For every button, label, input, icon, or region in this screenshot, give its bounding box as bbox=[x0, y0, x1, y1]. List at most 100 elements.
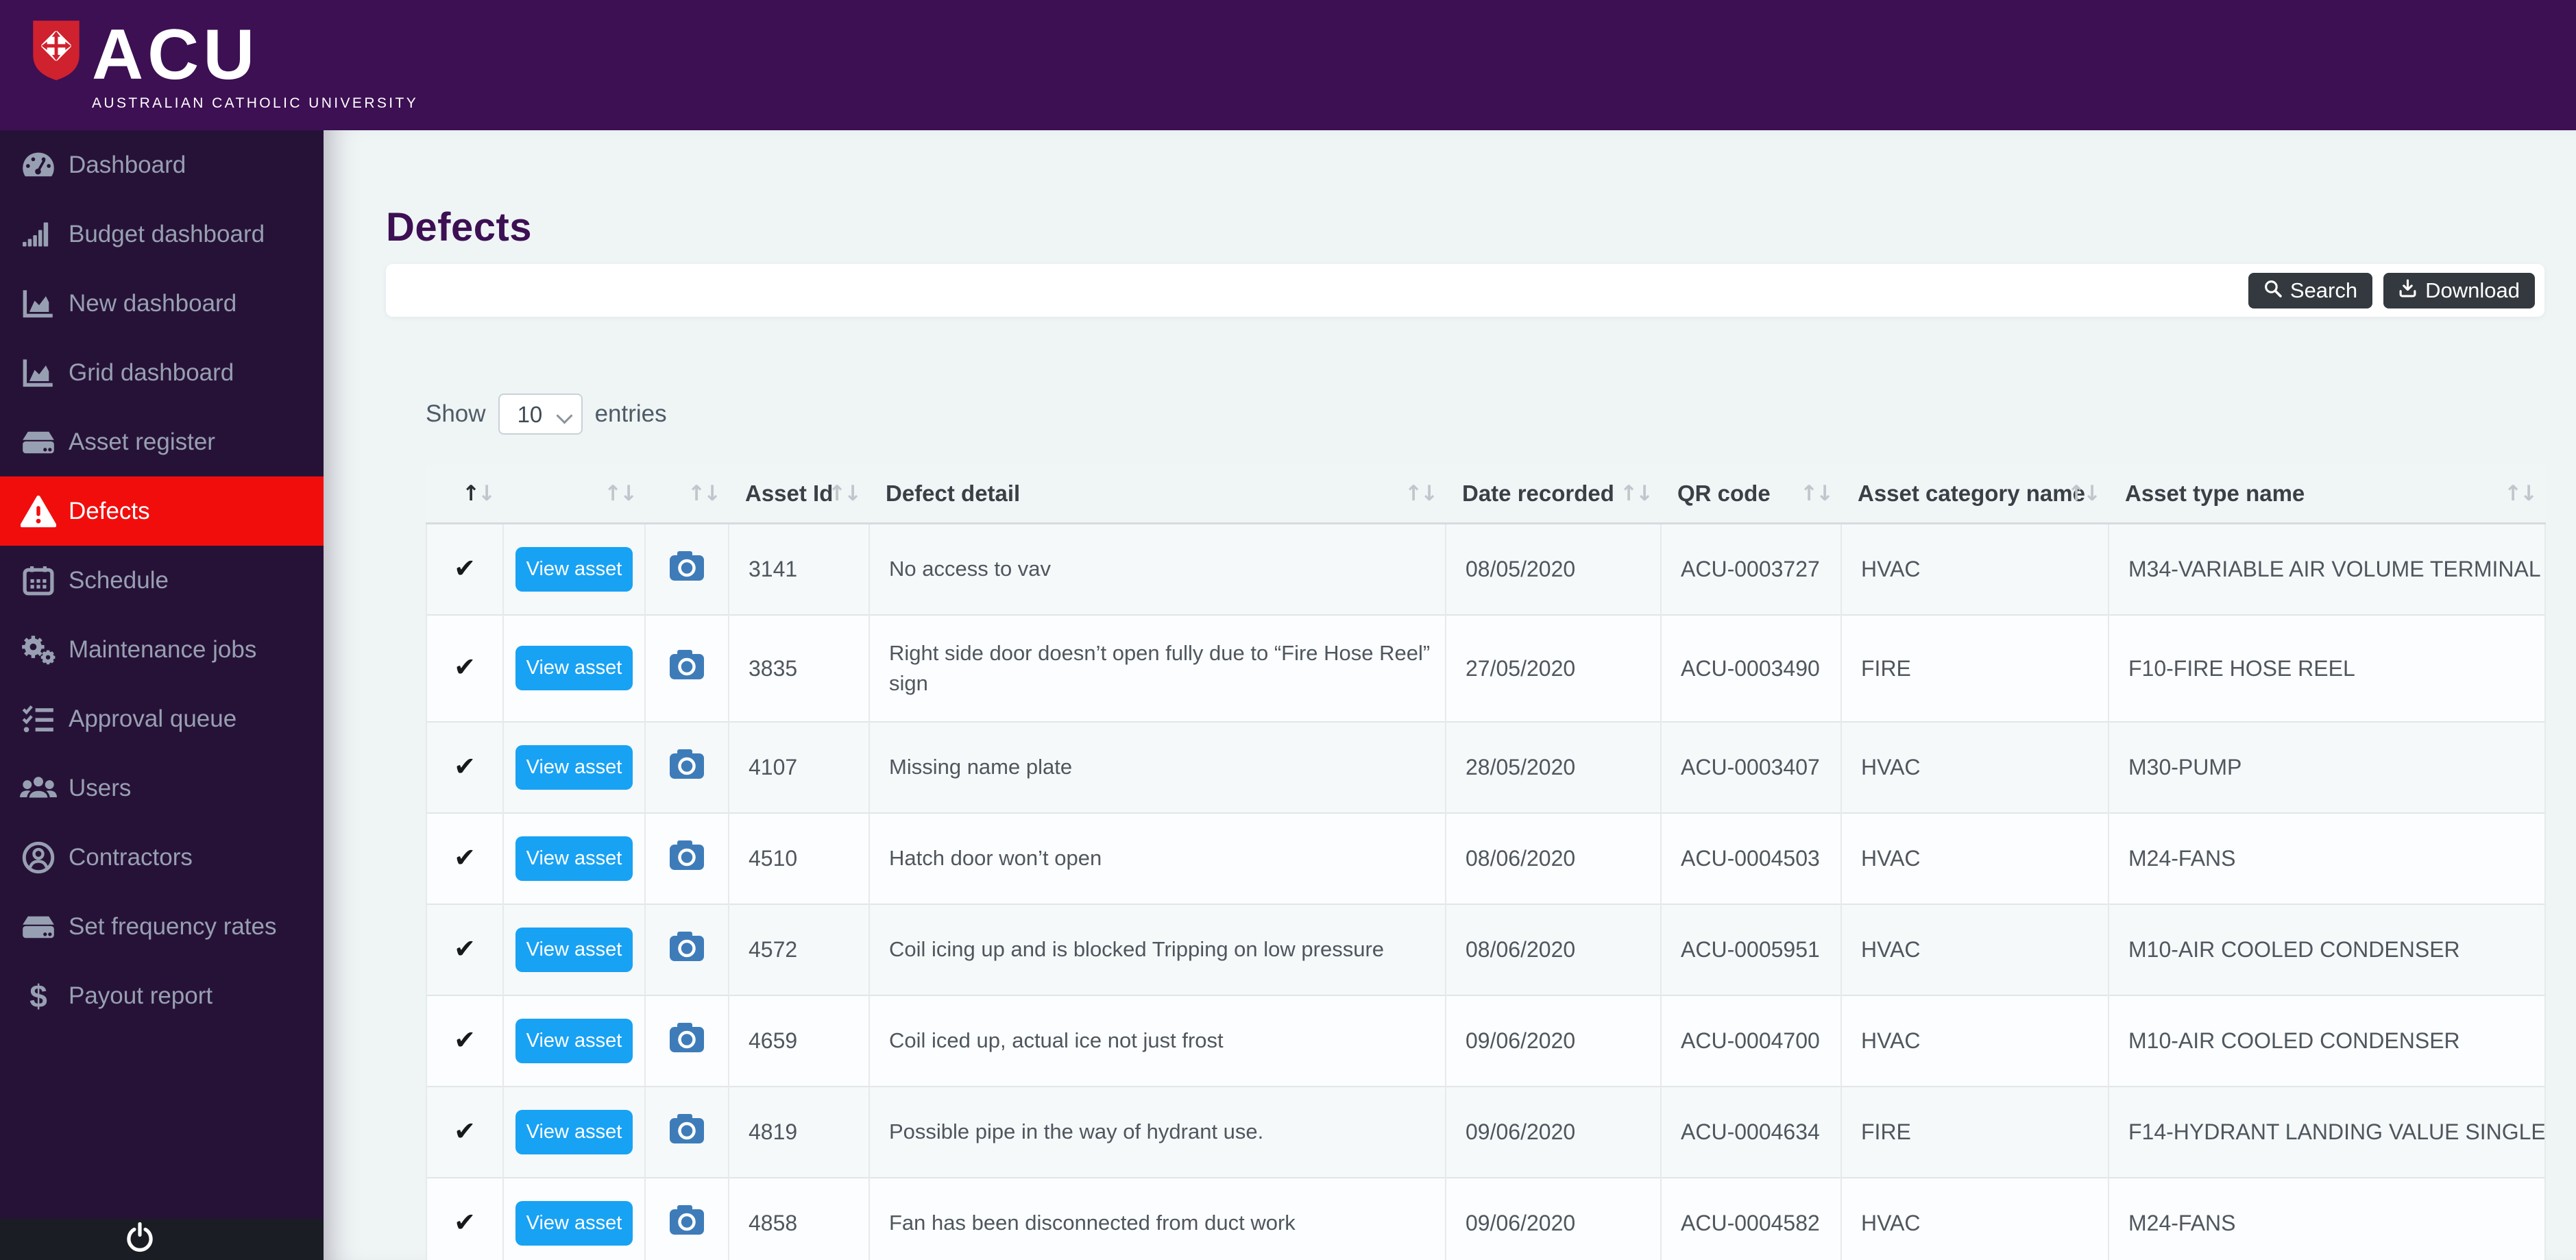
sidebar-item-approval-queue[interactable]: Approval queue bbox=[0, 684, 324, 753]
warning-icon bbox=[19, 495, 58, 528]
server-icon bbox=[19, 913, 58, 941]
brand-acronym: ACU bbox=[92, 23, 258, 88]
defect-detail-cell: Coil iced up, actual ice not just frost bbox=[869, 995, 1446, 1087]
asset-type-cell: M24-FANS bbox=[2109, 813, 2545, 904]
sidebar-item-budget-dashboard[interactable]: Budget dashboard bbox=[0, 199, 324, 269]
camera-icon[interactable] bbox=[669, 649, 705, 680]
main-content: Defects Search bbox=[324, 130, 2576, 1260]
view-asset-button[interactable]: View asset bbox=[515, 836, 633, 881]
asset-category-cell: FIRE bbox=[1841, 1087, 2109, 1178]
qr-code-cell: ACU-0003490 bbox=[1661, 615, 1841, 722]
col-header-qr_code[interactable]: QR code↑↓ bbox=[1661, 465, 1841, 523]
check-icon bbox=[454, 753, 476, 782]
sidebar-item-set-frequency-rates[interactable]: Set frequency rates bbox=[0, 892, 324, 961]
defect-detail-cell: Right side door doesn’t open fully due t… bbox=[869, 615, 1446, 722]
view-asset-button[interactable]: View asset bbox=[515, 1019, 633, 1063]
sidebar-item-asset-register[interactable]: Asset register bbox=[0, 407, 324, 476]
contractor-icon bbox=[19, 841, 58, 874]
camera-icon[interactable] bbox=[669, 748, 705, 779]
sort-icon: ↑↓ bbox=[688, 481, 719, 506]
sidebar: DashboardBudget dashboardNew dashboardGr… bbox=[0, 130, 324, 1260]
asset-type-cell: M10-AIR COOLED CONDENSER bbox=[2109, 904, 2545, 995]
view-asset-button[interactable]: View asset bbox=[515, 646, 633, 690]
asset-category-cell: HVAC bbox=[1841, 722, 2109, 813]
search-button[interactable]: Search bbox=[2248, 273, 2372, 308]
sidebar-item-maintenance-jobs[interactable]: Maintenance jobs bbox=[0, 615, 324, 684]
defect-detail-cell: Possible pipe in the way of hydrant use. bbox=[869, 1087, 1446, 1178]
camera-icon[interactable] bbox=[669, 1021, 705, 1053]
area-chart-icon bbox=[19, 358, 58, 388]
gears-icon bbox=[19, 634, 58, 666]
search-row: Search Download bbox=[386, 264, 2544, 317]
camera-icon[interactable] bbox=[669, 550, 705, 581]
asset-type-cell: M24-FANS bbox=[2109, 1178, 2545, 1260]
sidebar-item-defects[interactable]: Defects bbox=[0, 476, 324, 546]
sidebar-item-schedule[interactable]: Schedule bbox=[0, 546, 324, 615]
col-header-view_asset[interactable]: ↑↓ bbox=[503, 465, 645, 523]
sort-icon: ↑↓ bbox=[2504, 481, 2536, 506]
view-asset-button[interactable]: View asset bbox=[515, 1201, 633, 1246]
check-icon bbox=[454, 1117, 476, 1146]
sidebar-item-new-dashboard[interactable]: New dashboard bbox=[0, 269, 324, 338]
asset-category-cell: HVAC bbox=[1841, 813, 2109, 904]
asset-id-cell: 4659 bbox=[729, 995, 869, 1087]
view-asset-button[interactable]: View asset bbox=[515, 928, 633, 972]
top-bar: ACU AUSTRALIAN CATHOLIC UNIVERSITY bbox=[0, 0, 2576, 130]
table-row: View asset 4572 Coil icing up and is blo… bbox=[426, 904, 2545, 995]
date-recorded-cell: 27/05/2020 bbox=[1446, 615, 1661, 722]
sidebar-item-users[interactable]: Users bbox=[0, 753, 324, 823]
table-row: View asset 3141 No access to vav 08/05/2… bbox=[426, 523, 2545, 615]
sort-icon: ↑↓ bbox=[1800, 481, 1832, 506]
asset-type-cell: M34-VARIABLE AIR VOLUME TERMINAL bbox=[2109, 523, 2545, 615]
check-icon bbox=[454, 844, 476, 873]
sort-icon: ↑↓ bbox=[1405, 481, 1436, 506]
download-button[interactable]: Download bbox=[2383, 273, 2535, 308]
camera-icon[interactable] bbox=[669, 1113, 705, 1144]
qr-code-cell: ACU-0004700 bbox=[1661, 995, 1841, 1087]
sort-icon: ↑↓ bbox=[604, 481, 635, 506]
search-input[interactable] bbox=[386, 264, 2544, 317]
sidebar-item-contractors[interactable]: Contractors bbox=[0, 823, 324, 892]
col-header-defect_detail[interactable]: Defect detail↑↓ bbox=[869, 465, 1446, 523]
date-recorded-cell: 09/06/2020 bbox=[1446, 1178, 1661, 1260]
camera-icon[interactable] bbox=[669, 1204, 705, 1235]
col-header-date_recorded[interactable]: Date recorded↑↓ bbox=[1446, 465, 1661, 523]
acu-logo[interactable]: ACU AUSTRALIAN CATHOLIC UNIVERSITY bbox=[30, 19, 418, 112]
asset-id-cell: 3141 bbox=[729, 523, 869, 615]
sidebar-footer bbox=[0, 1219, 324, 1260]
asset-type-cell: M10-AIR COOLED CONDENSER bbox=[2109, 995, 2545, 1087]
view-asset-button[interactable]: View asset bbox=[515, 1110, 633, 1154]
view-asset-button[interactable]: View asset bbox=[515, 547, 633, 592]
defects-table: ↑↓↑↓↑↓Asset Id↑↓Defect detail↑↓Date reco… bbox=[426, 465, 2546, 1260]
users-icon bbox=[19, 773, 58, 803]
sidebar-item-payout-report[interactable]: $Payout report bbox=[0, 961, 324, 1030]
asset-category-cell: FIRE bbox=[1841, 615, 2109, 722]
sidebar-item-dashboard[interactable]: Dashboard bbox=[0, 130, 324, 199]
check-icon bbox=[454, 653, 476, 682]
logout-power-button[interactable] bbox=[124, 1222, 156, 1257]
asset-category-cell: HVAC bbox=[1841, 523, 2109, 615]
col-header-asset_id[interactable]: Asset Id↑↓ bbox=[729, 465, 869, 523]
sort-icon: ↑↓ bbox=[828, 481, 860, 506]
entries-select[interactable]: 10 bbox=[498, 393, 583, 435]
view-asset-button[interactable]: View asset bbox=[515, 745, 633, 790]
bar-chart-icon bbox=[19, 219, 58, 250]
col-header-asset_category_name[interactable]: Asset category name↑↓ bbox=[1841, 465, 2109, 523]
page-title: Defects bbox=[386, 204, 2544, 250]
qr-code-cell: ACU-0004503 bbox=[1661, 813, 1841, 904]
col-header-asset_type_name[interactable]: Asset type name↑↓ bbox=[2109, 465, 2545, 523]
sidebar-item-grid-dashboard[interactable]: Grid dashboard bbox=[0, 338, 324, 407]
check-icon bbox=[454, 1209, 476, 1237]
check-icon bbox=[454, 935, 476, 964]
col-header-photo[interactable]: ↑↓ bbox=[645, 465, 729, 523]
camera-icon[interactable] bbox=[669, 839, 705, 871]
camera-icon[interactable] bbox=[669, 930, 705, 962]
qr-code-cell: ACU-0004634 bbox=[1661, 1087, 1841, 1178]
table-row: View asset 4107 Missing name plate 28/05… bbox=[426, 722, 2545, 813]
asset-type-cell: F14-HYDRANT LANDING VALUE SINGLE bbox=[2109, 1087, 2545, 1178]
col-header-select[interactable]: ↑↓ bbox=[426, 465, 503, 523]
entries-bar: Show 10 entries bbox=[426, 393, 2544, 435]
asset-id-cell: 4572 bbox=[729, 904, 869, 995]
entries-select-wrap: 10 bbox=[498, 393, 583, 435]
check-icon bbox=[454, 1026, 476, 1055]
